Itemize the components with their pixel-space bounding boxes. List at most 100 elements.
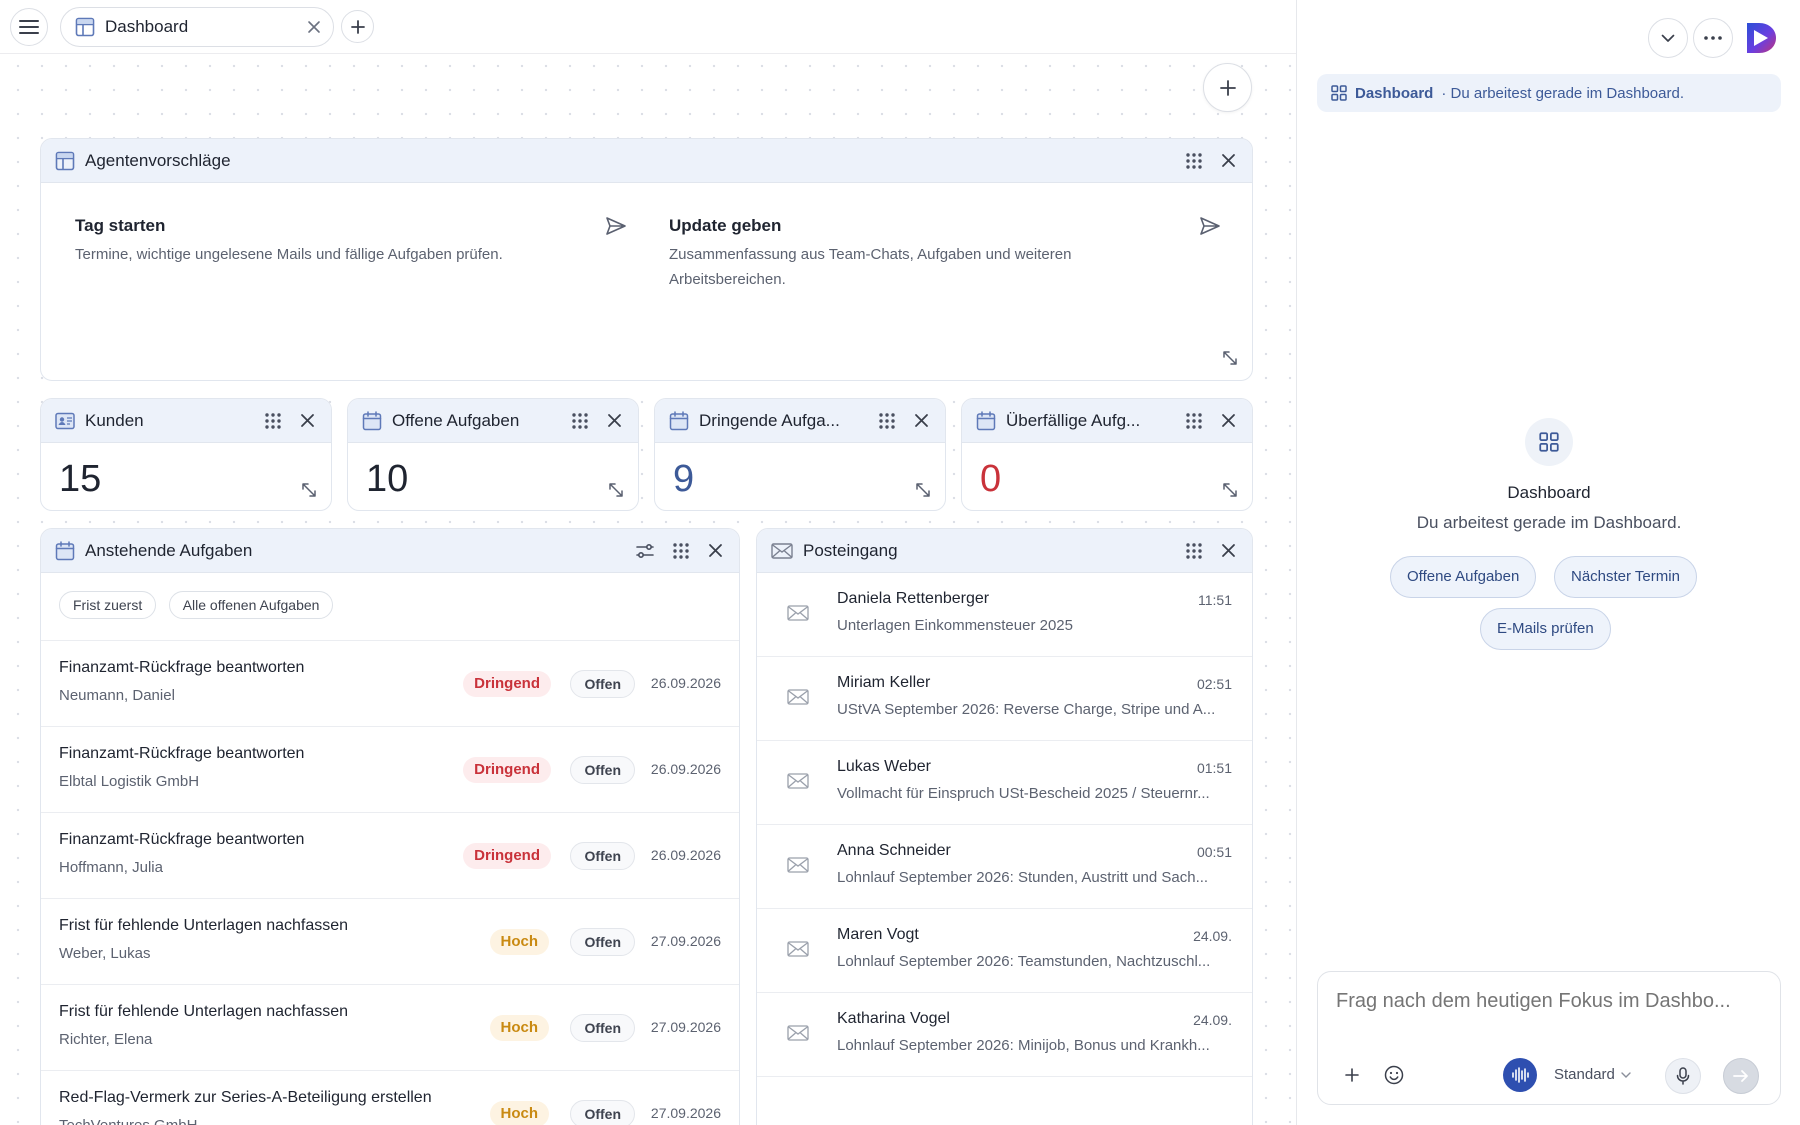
send-icon[interactable] — [605, 216, 627, 236]
card-header: Überfällige Aufg... — [962, 399, 1252, 443]
task-date: 26.09.2026 — [650, 847, 721, 863]
close-icon[interactable] — [1221, 413, 1236, 428]
priority-badge: Hoch — [489, 1101, 549, 1125]
send-icon[interactable] — [1199, 216, 1221, 236]
context-text: · Du arbeitest gerade im Dashboard. — [1441, 84, 1684, 102]
stat-value: 10 — [366, 458, 409, 500]
chat-input[interactable] — [1336, 986, 1766, 1016]
priority-badge: Hoch — [489, 1015, 549, 1041]
tab-dashboard[interactable]: Dashboard — [60, 7, 334, 47]
envelope-icon — [787, 857, 809, 873]
close-icon[interactable] — [708, 543, 723, 558]
filter-sliders-icon[interactable] — [636, 542, 654, 560]
drag-handle-icon[interactable] — [264, 412, 282, 430]
attach-plus-icon[interactable] — [1344, 1067, 1360, 1083]
suggestion-title: Update geben — [669, 216, 782, 235]
drag-handle-icon[interactable] — [1185, 542, 1203, 560]
mail-sender: Maren Vogt — [837, 926, 919, 943]
task-row[interactable]: Finanzamt-Rückfrage beantworten Elbtal L… — [41, 727, 739, 813]
suggestion-give-update[interactable]: Update geben Zusammenfassung aus Team-Ch… — [669, 216, 1229, 292]
chevron-down-icon — [1621, 1071, 1631, 1078]
resize-icon[interactable] — [915, 482, 931, 498]
card-header: Agentenvorschläge — [41, 139, 1252, 183]
upcoming-tasks-card: Anstehende Aufgaben Frist zuerst Alle of… — [40, 528, 740, 1125]
mail-subject: Vollmacht für Einspruch USt-Bescheid 202… — [837, 785, 1210, 802]
mail-row[interactable]: Katharina Vogel 24.09. Lohnlauf Septembe… — [757, 993, 1252, 1077]
quick-action-next-appointment[interactable]: Nächster Termin — [1554, 556, 1697, 598]
add-widget-button[interactable] — [1203, 63, 1252, 112]
drag-handle-icon[interactable] — [878, 412, 896, 430]
dashboard-workspace: Dashboard Agentenvorschläge Tag starten … — [0, 0, 1296, 1125]
send-button[interactable] — [1723, 1058, 1759, 1094]
resize-icon[interactable] — [301, 482, 317, 498]
quick-action-open-tasks[interactable]: Offene Aufgaben — [1390, 556, 1537, 598]
mail-row[interactable]: Lukas Weber 01:51 Vollmacht für Einspruc… — [757, 741, 1252, 825]
drag-handle-icon[interactable] — [1185, 412, 1203, 430]
mail-row[interactable]: Daniela Rettenberger 11:51 Unterlagen Ei… — [757, 573, 1252, 657]
envelope-icon — [787, 1025, 809, 1041]
stat-card-open-tasks: Offene Aufgaben 10 — [347, 398, 639, 511]
more-options-button[interactable] — [1693, 18, 1733, 58]
collapse-button[interactable] — [1648, 18, 1688, 58]
card-header: Posteingang — [757, 529, 1252, 573]
task-list: Finanzamt-Rückfrage beantworten Neumann,… — [41, 641, 739, 1125]
tab-close-icon[interactable] — [307, 20, 321, 34]
task-row[interactable]: Red-Flag-Vermerk zur Series-A-Beteiligun… — [41, 1071, 739, 1125]
task-row[interactable]: Finanzamt-Rückfrage beantworten Hoffmann… — [41, 813, 739, 899]
card-title: Überfällige Aufg... — [1006, 410, 1141, 430]
drag-handle-icon[interactable] — [1185, 152, 1203, 170]
mode-select-label: Standard — [1554, 1066, 1615, 1083]
suggestion-start-day[interactable]: Tag starten Termine, wichtige ungelesene… — [75, 216, 635, 267]
card-title: Anstehende Aufgaben — [85, 540, 253, 560]
close-icon[interactable] — [1221, 543, 1236, 558]
resize-icon[interactable] — [1222, 482, 1238, 498]
emoji-icon[interactable] — [1384, 1065, 1404, 1085]
quick-action-check-emails[interactable]: E-Mails prüfen — [1480, 608, 1611, 650]
microphone-button[interactable] — [1665, 1058, 1701, 1094]
voice-mode-button[interactable] — [1503, 1058, 1537, 1092]
stat-value: 15 — [59, 458, 102, 500]
task-row[interactable]: Finanzamt-Rückfrage beantworten Neumann,… — [41, 641, 739, 727]
card-header: Anstehende Aufgaben — [41, 529, 739, 573]
filter-chip-deadline-first[interactable]: Frist zuerst — [59, 591, 157, 619]
mail-row[interactable]: Miriam Keller 02:51 UStVA September 2026… — [757, 657, 1252, 741]
calendar-icon — [362, 410, 382, 431]
mail-sender: Lukas Weber — [837, 758, 931, 775]
assistant-subtitle: Du arbeitest gerade im Dashboard. — [1416, 513, 1682, 532]
mail-subject: Lohnlauf September 2026: Minijob, Bonus … — [837, 1037, 1210, 1054]
context-bar: Dashboard · Du arbeitest gerade im Dashb… — [1317, 74, 1781, 112]
stat-card-urgent-tasks: Dringende Aufga... 9 — [654, 398, 946, 511]
envelope-icon — [787, 941, 809, 957]
plus-icon — [1219, 79, 1237, 97]
drag-handle-icon[interactable] — [672, 542, 690, 560]
mail-row[interactable]: Maren Vogt 24.09. Lohnlauf September 202… — [757, 909, 1252, 993]
task-row[interactable]: Frist für fehlende Unterlagen nachfassen… — [41, 899, 739, 985]
plus-icon — [350, 19, 366, 35]
mode-select[interactable]: Standard — [1554, 1066, 1631, 1083]
suggestion-description: Zusammenfassung aus Team-Chats, Aufgaben… — [669, 246, 1072, 288]
close-icon[interactable] — [1221, 153, 1236, 168]
resize-icon[interactable] — [1222, 350, 1238, 366]
task-date: 27.09.2026 — [650, 1105, 721, 1121]
menu-button[interactable] — [10, 8, 48, 46]
drag-handle-icon[interactable] — [571, 412, 589, 430]
mail-sender: Katharina Vogel — [837, 1010, 950, 1027]
close-icon[interactable] — [300, 413, 315, 428]
filter-chip-all-open[interactable]: Alle offenen Aufgaben — [168, 591, 334, 619]
assistant-title: Dashboard — [1507, 483, 1591, 502]
task-client: Richter, Elena — [59, 1031, 153, 1048]
mail-subject: Lohnlauf September 2026: Stunden, Austri… — [837, 869, 1209, 886]
inbox-card: Posteingang Daniela Rettenberger 11:51 U… — [756, 528, 1253, 1125]
stat-card-overdue-tasks: Überfällige Aufg... 0 — [961, 398, 1253, 511]
layout-icon — [55, 151, 75, 171]
close-icon[interactable] — [607, 413, 622, 428]
new-tab-button[interactable] — [341, 10, 374, 43]
card-title: Dringende Aufga... — [699, 410, 840, 430]
close-icon[interactable] — [914, 413, 929, 428]
resize-icon[interactable] — [608, 482, 624, 498]
task-client: TechVentures GmbH — [59, 1117, 197, 1125]
task-client: Neumann, Daniel — [59, 687, 175, 704]
tab-bar: Dashboard — [0, 0, 1296, 54]
mail-row[interactable]: Anna Schneider 00:51 Lohnlauf September … — [757, 825, 1252, 909]
task-row[interactable]: Frist für fehlende Unterlagen nachfassen… — [41, 985, 739, 1071]
